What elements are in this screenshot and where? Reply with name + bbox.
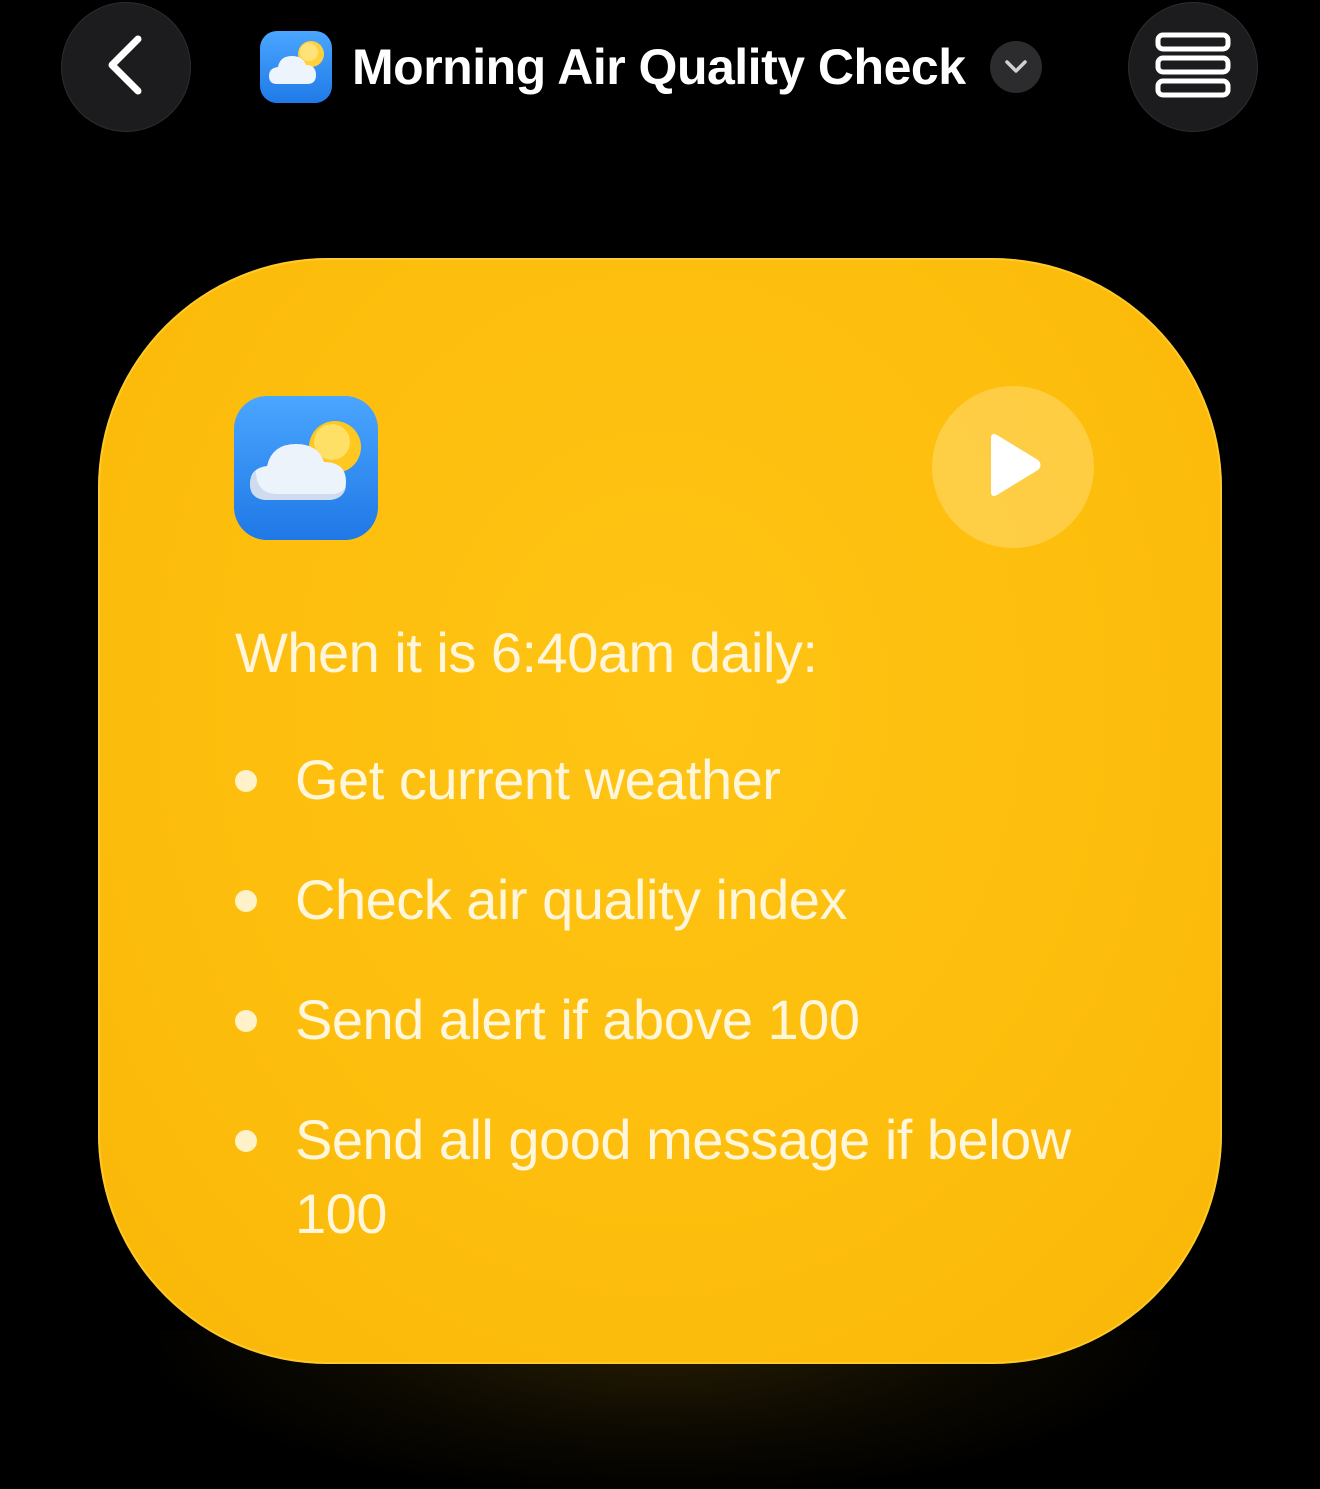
step-label: Get current weather: [295, 748, 781, 811]
play-icon: [983, 432, 1043, 503]
page-title: Morning Air Quality Check: [352, 39, 966, 95]
run-shortcut-button[interactable]: [932, 386, 1094, 548]
shortcut-detail-screen: Morning Air Quality Check When it is 6:4…: [0, 0, 1320, 1489]
list-item: Get current weather: [235, 743, 1095, 817]
bullet-icon: [235, 1130, 257, 1152]
list-item: Send alert if above 100: [235, 983, 1095, 1057]
bullet-icon: [235, 890, 257, 912]
action-steps-list: Get current weather Check air quality in…: [235, 743, 1095, 1297]
shortcut-card[interactable]: When it is 6:40am daily: Get current wea…: [98, 258, 1222, 1364]
step-label: Send all good message if below 100: [295, 1108, 1071, 1245]
chevron-left-icon: [104, 33, 148, 102]
weather-icon: [260, 31, 332, 103]
bullet-icon: [235, 770, 257, 792]
list-item: Check air quality index: [235, 863, 1095, 937]
back-button[interactable]: [61, 2, 191, 132]
weather-app-icon: [234, 396, 378, 540]
step-label: Send alert if above 100: [295, 988, 860, 1051]
step-label: Check air quality index: [295, 868, 847, 931]
list-icon: [1155, 32, 1231, 103]
chevron-down-icon[interactable]: [989, 41, 1042, 93]
trigger-description: When it is 6:40am daily:: [235, 621, 818, 684]
bullet-icon: [235, 1010, 257, 1032]
shortcut-title-menu[interactable]: Morning Air Quality Check: [260, 30, 1042, 104]
list-item: Send all good message if below 100: [235, 1103, 1095, 1251]
list-view-button[interactable]: [1128, 2, 1258, 132]
